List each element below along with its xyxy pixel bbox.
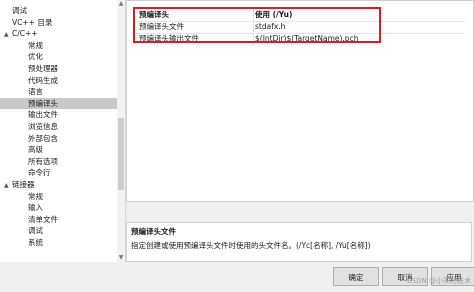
tree-item[interactable]: 浏览信息 [0,121,117,132]
tree-item[interactable]: 调试 [0,5,117,16]
tree-item-label: 调试 [12,6,27,15]
description-panel: 预编译头文件 指定创建或使用预编译头文件时使用的头文件名。(/Yc[名称], /… [126,222,472,262]
tree-item-label: 预编译头 [28,98,58,108]
tree-item-label: 语言 [28,87,43,97]
description-title: 预编译头文件 [131,227,176,236]
tree-item-label: 输出文件 [28,110,58,120]
tree-item-label: VC++ 目录 [12,17,53,27]
tree-item-label: 优化 [28,52,43,62]
tree-item[interactable]: 调试 [0,225,117,236]
scroll-up-icon[interactable]: ▲ [118,1,124,7]
tree-item-label: 预处理器 [28,64,58,73]
tree-item-label: C/C++ [12,29,38,39]
tree-item[interactable]: 高级 [0,144,117,155]
tree-item-label: 外部包含 [28,133,58,143]
tree-item-label: 常规 [28,191,43,201]
tree-item[interactable]: 预处理器 [0,63,117,74]
tree-item[interactable]: 常规 [0,40,117,51]
tree-item[interactable]: ▲ C/C++ [0,28,117,39]
ok-button[interactable]: 确定 [333,267,379,286]
annotation-highlight-box [133,7,381,43]
tree-item[interactable]: 所有选项 [0,156,117,167]
tree-item[interactable]: 预编译头 [0,97,117,109]
property-grid: 预编译头 使用 (/Yu) 预编译头文件 stdafx.h 预编译头输出文件 $… [126,0,474,202]
property-tree: 调试 VC++ 目录 ▲ C/C++ 常规 优化 预处理器 代码生成 语言 预编译头 输出文件 浏览信… [0,0,118,262]
tree-item[interactable]: ▲ 链接器 [0,179,117,190]
tree-scrollbar[interactable]: ▲ ▼ [117,0,126,262]
tree-item-label: 所有选项 [28,156,58,166]
tree-item[interactable]: 代码生成 [0,75,117,86]
tree-item[interactable]: 输出文件 [0,109,117,120]
expand-arrow-icon[interactable]: ▲ [4,180,12,191]
tree-item[interactable]: 系统 [0,237,117,248]
tree-item[interactable]: 优化 [0,51,117,62]
expand-arrow-icon[interactable]: ▲ [4,29,12,40]
tree-item-label: 代码生成 [28,75,58,85]
tree-item[interactable]: 清单文件 [0,214,117,225]
tree-item-label: 浏览信息 [28,122,58,131]
tree-item-label: 调试 [28,226,43,236]
tree-item[interactable]: 常规 [0,191,117,202]
tree-item-label: 链接器 [12,180,35,189]
watermark: CSDN @小乖的技术 [406,277,471,285]
tree-item[interactable]: 外部包含 [0,133,117,144]
scroll-thumb[interactable] [118,118,124,190]
tree-item[interactable]: 输入 [0,202,117,213]
scroll-down-icon[interactable]: ▼ [118,255,124,261]
tree-item-label: 高级 [28,145,43,155]
tree-item-label: 清单文件 [28,214,58,224]
tree-item[interactable]: 语言 [0,86,117,97]
tree-item-label: 常规 [28,40,43,50]
tree-item[interactable]: VC++ 目录 [0,17,117,28]
tree-item-label: 输入 [28,203,43,213]
tree-item[interactable]: 命令行 [0,167,117,178]
tree-item-label: 命令行 [28,168,51,178]
description-text: 指定创建或使用预编译头文件时使用的头文件名。(/Yc[名称], /Yu[名称]) [131,241,371,250]
tree-item-label: 系统 [28,238,43,247]
